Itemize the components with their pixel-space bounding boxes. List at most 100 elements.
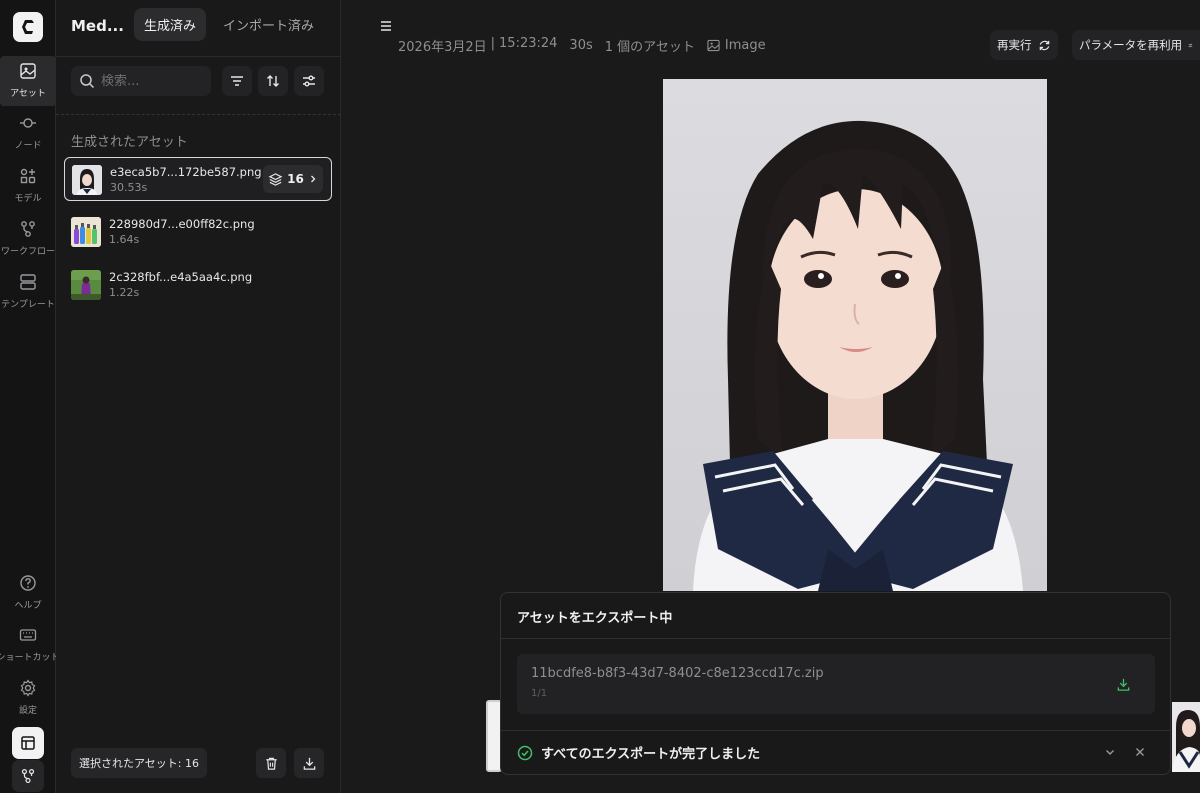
filmstrip-thumbnail[interactable] (1172, 702, 1200, 772)
tab-generated[interactable]: 生成済み (134, 8, 207, 41)
trash-icon (265, 757, 277, 770)
image-icon (707, 39, 720, 52)
export-dialog: アセットをエクスポート中 11bcdfe8-b8f3-43d7-8402-c8e… (500, 592, 1171, 775)
sort-button[interactable] (258, 66, 288, 96)
rail-item-workflow[interactable]: ワークフロー (0, 218, 56, 257)
rail-label: ノード (14, 141, 42, 151)
asset-thumbnail (72, 165, 102, 195)
download-button[interactable] (294, 748, 324, 778)
close-icon (1136, 748, 1144, 756)
rail-item-assets[interactable]: アセット (0, 56, 56, 106)
divider (501, 638, 1170, 639)
asset-thumbnail (71, 270, 101, 300)
rerun-label: 再実行 (997, 38, 1032, 52)
collapse-button[interactable] (1101, 743, 1119, 761)
refresh-icon (1039, 40, 1049, 50)
export-progress: 1/1 (531, 688, 548, 699)
download-icon (303, 757, 315, 770)
reuse-params-button[interactable]: パラメータを再利用 (1072, 30, 1200, 60)
section-label: 生成されたアセット (71, 135, 188, 150)
search-input[interactable] (101, 73, 201, 89)
asset-name: e3eca5b7...172be587.png (110, 165, 262, 179)
node-icon (17, 112, 39, 134)
rail-item-templates[interactable]: テンプレート (0, 271, 56, 310)
meta-asset-count: 1 個のアセット (604, 40, 695, 55)
divider (56, 114, 341, 115)
asset-row[interactable]: 2c328fbf...e4a5aa4c.png 1.22s (64, 263, 332, 307)
asset-row[interactable]: e3eca5b7...172be587.png 30.53s 16 (64, 157, 332, 201)
close-button[interactable] (1131, 743, 1149, 761)
sort-icon (267, 75, 279, 87)
asset-count-badge[interactable]: 16 (263, 165, 323, 193)
asset-name: 2c328fbf...e4a5aa4c.png (109, 270, 253, 284)
export-complete-row: すべてのエクスポートが完了しました (517, 743, 760, 762)
workflow-icon (17, 218, 39, 240)
export-complete-text: すべてのエクスポートが完了しました (541, 747, 761, 762)
asset-thumbnail (71, 217, 101, 247)
app-logo[interactable] (13, 12, 43, 42)
filter-icon (231, 76, 243, 86)
meta-clock: 15:23:24 (499, 36, 558, 51)
divider (56, 56, 341, 57)
model-icon (17, 165, 39, 187)
rail-item-settings[interactable]: 設定 (0, 677, 56, 716)
rail-item-models[interactable]: モデル (0, 165, 56, 204)
asset-time: 1.64s (109, 233, 140, 246)
asset-meta: 2026年3月2日 | 15:23:24 30s 1 個のアセット Image (398, 36, 766, 55)
reuse-label: パラメータを再利用 (1079, 38, 1183, 52)
gear-icon (17, 677, 39, 699)
sliders-icon (303, 75, 315, 87)
asset-time: 1.22s (109, 286, 140, 299)
filter-button[interactable] (222, 66, 252, 96)
workflow-panel-button[interactable] (12, 760, 44, 792)
logo-icon (22, 20, 34, 34)
meta-type-label: Image (724, 38, 766, 53)
rail-label: モデル (14, 194, 42, 204)
meta-separator: | (490, 36, 496, 51)
export-file-card: 11bcdfe8-b8f3-43d7-8402-c8e123ccd17c.zip… (517, 654, 1155, 714)
asset-panel: Med... 生成済み インポート済み 生成されたアセット e3eca5b7..… (56, 0, 341, 793)
panel-title: Med... (71, 17, 124, 35)
meta-date: 2026年3月2日 (398, 40, 487, 55)
settings-sliders-button[interactable] (294, 66, 324, 96)
asset-preview-image (663, 79, 1047, 591)
search-icon (80, 74, 95, 89)
workflow-icon (21, 768, 35, 784)
rail-item-shortcuts[interactable]: ショートカット (0, 624, 56, 663)
download-icon (1117, 678, 1129, 691)
layers-icon (268, 172, 283, 186)
rail-label: ショートカット (0, 653, 56, 663)
asset-name: 228980d7...e00ff82c.png (109, 217, 255, 231)
layout-icon (21, 736, 35, 750)
asset-count: 16 (287, 172, 304, 186)
rail-label: ヘルプ (14, 601, 42, 611)
search-box[interactable] (71, 66, 211, 96)
keyboard-icon (17, 624, 39, 646)
delete-button[interactable] (256, 748, 286, 778)
rail-label: ワークフロー (0, 247, 55, 257)
rail-label: テンプレート (1, 300, 55, 310)
asset-row[interactable]: 228980d7...e00ff82c.png 1.64s (64, 210, 332, 254)
menu-icon[interactable] (378, 18, 394, 34)
selected-assets-badge: 選択されたアセット: 16 (71, 748, 207, 778)
asset-icon (17, 60, 39, 82)
sliders-icon (1188, 43, 1193, 47)
help-icon (17, 572, 39, 594)
export-file-name: 11bcdfe8-b8f3-43d7-8402-c8e123ccd17c.zip (531, 666, 824, 681)
chevron-right-icon (310, 175, 316, 183)
export-download-button[interactable] (1113, 674, 1133, 694)
chevron-down-icon (1106, 750, 1114, 755)
tab-imported[interactable]: インポート済み (213, 8, 324, 41)
meta-type: Image (707, 38, 766, 53)
layout-toggle-button[interactable] (12, 727, 44, 759)
left-rail: アセット ノード モデル ワークフロー テンプレート ヘルプ ショートカット 設… (0, 0, 56, 793)
rail-label: 設定 (18, 706, 37, 716)
asset-time: 30.53s (110, 181, 148, 194)
rerun-button[interactable]: 再実行 (990, 30, 1058, 60)
check-circle-icon (517, 745, 533, 760)
template-icon (17, 271, 39, 293)
rail-item-nodes[interactable]: ノード (0, 112, 56, 151)
export-dialog-title: アセットをエクスポート中 (517, 611, 673, 626)
meta-duration: 30s (569, 38, 593, 53)
rail-item-help[interactable]: ヘルプ (0, 572, 56, 611)
